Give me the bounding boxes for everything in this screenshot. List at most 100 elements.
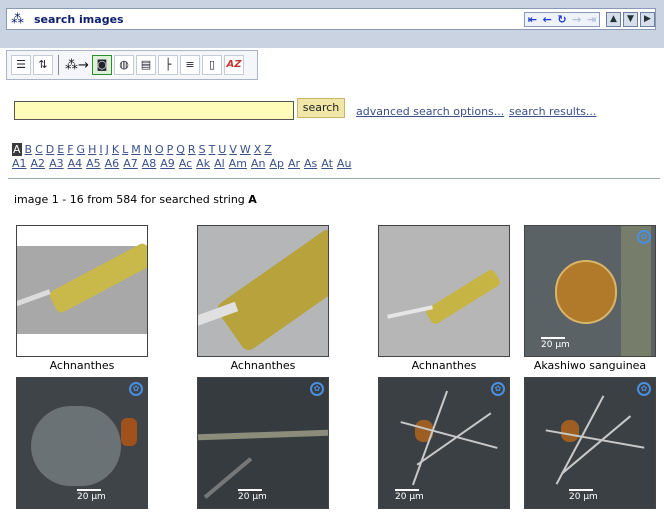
az-icon[interactable]: AZ (224, 55, 244, 75)
first-icon[interactable]: ⇤ (525, 13, 539, 26)
navigation-controls: ⇤ ← ↻ → ⇥ (524, 12, 600, 27)
search-button[interactable]: search (297, 98, 345, 118)
alphabet-link-e[interactable]: E (57, 143, 64, 156)
sub-index-link-a6[interactable]: A6 (105, 157, 120, 170)
alphabet-link-m[interactable]: M (131, 143, 141, 156)
image-cell[interactable]: ✿ 20 µm (16, 377, 148, 509)
image-cell[interactable]: ✿ 20 µm Akashiwo sanguinea (524, 225, 656, 373)
result-info: image 1 - 16 from 584 for searched strin… (14, 193, 257, 206)
image-cell[interactable]: Achnanthes (197, 225, 329, 373)
globe-icon[interactable]: ◍ (114, 55, 134, 75)
info-badge-icon: ✿ (129, 382, 143, 396)
search-results-link[interactable]: search results... (509, 105, 596, 118)
image-thumbnail[interactable]: ✿ 20 µm (524, 377, 656, 509)
forward-icon[interactable]: → (570, 13, 584, 26)
alphabet-link-c[interactable]: C (35, 143, 43, 156)
sub-index-link-am[interactable]: Am (229, 157, 247, 170)
scale-bar: 20 µm (77, 489, 106, 502)
alphabet-link-s[interactable]: S (199, 143, 206, 156)
sub-index-link-as[interactable]: As (304, 157, 317, 170)
alphabet-link-h[interactable]: H (88, 143, 96, 156)
list-view-icon[interactable]: ≡ (180, 55, 200, 75)
sub-index-link-a2[interactable]: A2 (31, 157, 46, 170)
alphabet-link-z[interactable]: Z (264, 143, 272, 156)
alphabet-link-w[interactable]: W (240, 143, 251, 156)
alphabet-link-b[interactable]: B (25, 143, 33, 156)
image-thumbnail[interactable]: ✿ 20 µm (16, 377, 148, 509)
sub-index-link-a1[interactable]: A1 (12, 157, 27, 170)
back-icon[interactable]: ← (540, 13, 554, 26)
sub-index-link-a8[interactable]: A8 (142, 157, 157, 170)
image-cell[interactable]: ✿ 20 µm (197, 377, 329, 509)
alphabet-link-q[interactable]: Q (176, 143, 185, 156)
info-badge-icon: ✿ (491, 382, 505, 396)
scale-bar: 20 µm (395, 489, 424, 502)
close-panel-icon[interactable]: ▶ (640, 12, 655, 27)
image-cell[interactable]: Achnanthes (378, 225, 510, 373)
image-cell[interactable]: ✿ 20 µm (524, 377, 656, 509)
alphabet-link-j[interactable]: J (106, 143, 109, 156)
sub-index-link-a9[interactable]: A9 (160, 157, 175, 170)
image-thumbnail[interactable] (378, 225, 510, 357)
alphabet-link-u[interactable]: U (218, 143, 226, 156)
alphabet-link-t[interactable]: T (209, 143, 216, 156)
sub-index-link-at[interactable]: At (321, 157, 333, 170)
alphabet-link-r[interactable]: R (188, 143, 196, 156)
last-icon[interactable]: ⇥ (585, 13, 599, 26)
scale-bar: 20 µm (569, 489, 598, 502)
scroll-down-icon[interactable]: ▼ (623, 12, 638, 27)
sub-index-link-a3[interactable]: A3 (49, 157, 64, 170)
title-bar-inner: ⁂ search images ⇤ ← ↻ → ⇥ ▲ ▼ ▶ (6, 8, 656, 30)
alphabet-link-l[interactable]: L (122, 143, 128, 156)
list-icon[interactable]: ☰ (11, 55, 31, 75)
search-input[interactable] (14, 101, 294, 120)
tree-icon[interactable]: ├ (158, 55, 178, 75)
image-cell[interactable]: ✿ 20 µm (378, 377, 510, 509)
toolbar-divider (58, 55, 59, 75)
sub-index-link-a7[interactable]: A7 (123, 157, 138, 170)
alphabet-link-k[interactable]: K (112, 143, 119, 156)
image-thumbnail[interactable] (197, 225, 329, 357)
sub-index-link-an[interactable]: An (251, 157, 266, 170)
divider (8, 178, 660, 179)
image-caption: Achnanthes (411, 359, 477, 372)
scale-bar: 20 µm (238, 489, 267, 502)
sub-index-link-a5[interactable]: A5 (86, 157, 101, 170)
advanced-search-link[interactable]: advanced search options... (356, 105, 504, 118)
alphabet-index: ABCDEFGHIJKLMNOPQRSTUVWXZ (12, 143, 272, 156)
sub-index-link-a4[interactable]: A4 (68, 157, 83, 170)
image-thumbnail[interactable]: ✿ 20 µm (524, 225, 656, 357)
alphabet-link-a[interactable]: A (12, 143, 22, 156)
sub-index-link-ap[interactable]: Ap (269, 157, 284, 170)
binoculars-arrow-icon[interactable]: ⁂→ (64, 58, 90, 73)
scroll-up-icon[interactable]: ▲ (606, 12, 621, 27)
alphabet-link-x[interactable]: X (254, 143, 262, 156)
alphabet-link-n[interactable]: N (144, 143, 152, 156)
alphabet-link-o[interactable]: O (155, 143, 164, 156)
image-thumbnail[interactable] (16, 225, 148, 357)
sub-index-link-au[interactable]: Au (337, 157, 352, 170)
alphabet-link-v[interactable]: V (229, 143, 237, 156)
alphabet-link-i[interactable]: I (99, 143, 102, 156)
refresh-icon[interactable]: ↻ (555, 13, 569, 26)
camera-icon[interactable]: ◙ (92, 55, 112, 75)
sort-icon[interactable]: ⇅ (33, 55, 53, 75)
book-icon[interactable]: ▤ (136, 55, 156, 75)
image-cell[interactable]: Achnanthes (16, 225, 148, 373)
alphabet-link-f[interactable]: F (67, 143, 73, 156)
document-icon[interactable]: ▯ (202, 55, 222, 75)
image-caption: Akashiwo sanguinea (533, 359, 647, 372)
toolbar: ☰ ⇅ ⁂→ ◙ ◍ ▤ ├ ≡ ▯ AZ (6, 50, 258, 80)
image-thumbnail[interactable]: ✿ 20 µm (197, 377, 329, 509)
alphabet-link-g[interactable]: G (77, 143, 86, 156)
image-thumbnail[interactable]: ✿ 20 µm (378, 377, 510, 509)
sub-index-link-al[interactable]: Al (214, 157, 225, 170)
image-caption: Achnanthes (49, 359, 115, 372)
window-title: search images (34, 13, 124, 26)
alphabet-link-p[interactable]: P (167, 143, 174, 156)
sub-index-link-ak[interactable]: Ak (196, 157, 210, 170)
info-badge-icon: ✿ (310, 382, 324, 396)
sub-index-link-ar[interactable]: Ar (288, 157, 300, 170)
sub-index-link-ac[interactable]: Ac (179, 157, 192, 170)
alphabet-link-d[interactable]: D (46, 143, 54, 156)
